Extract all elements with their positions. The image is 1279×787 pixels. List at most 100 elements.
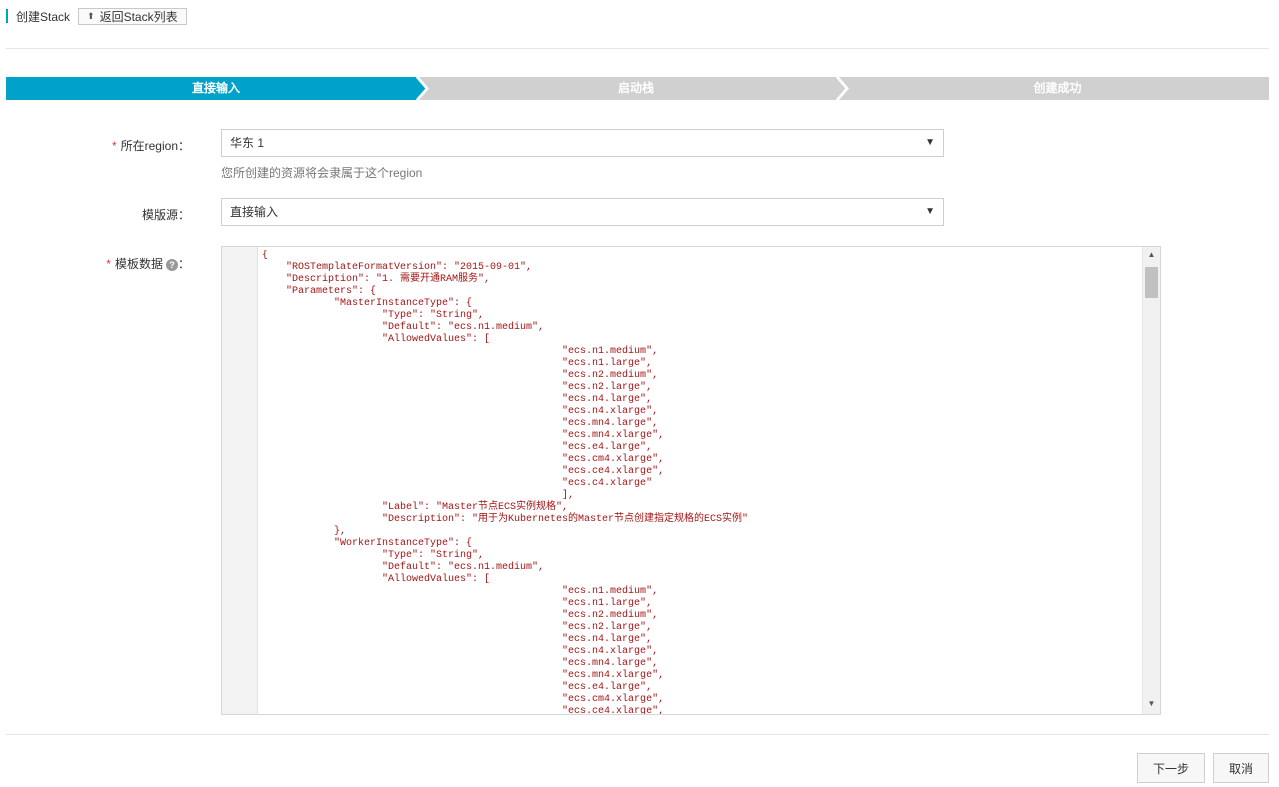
code-text: "ecs.n2.large", — [262, 382, 653, 393]
code-text: "Label": "Master节点ECS实例规格", — [262, 502, 569, 513]
code-line: 23 "Description": "用于为Kubernetes的Master节… — [258, 514, 1142, 526]
code-line: 20 "ecs.c4.xlarge" — [258, 478, 1142, 490]
template-source-value: 直接输入 — [230, 205, 279, 219]
code-text: "ecs.n2.medium", — [262, 610, 659, 621]
region-label: * 所在region： — [60, 137, 190, 154]
code-line: 37 "ecs.e4.large", — [258, 682, 1142, 694]
code-line: 9 "ecs.n1.medium", — [258, 346, 1142, 358]
footer-divider — [6, 734, 1269, 735]
code-text: "ecs.n2.medium", — [262, 370, 659, 381]
code-line: 26 "Type": "String", — [258, 550, 1142, 562]
code-line: 33 "ecs.n4.large", — [258, 634, 1142, 646]
code-text: "MasterInstanceType": { — [262, 298, 473, 309]
code-text: "ecs.e4.large", — [262, 682, 653, 693]
code-line: 7 "Default": "ecs.n1.medium", — [258, 322, 1142, 334]
code-text: { — [262, 250, 269, 261]
code-text: "Type": "String", — [262, 310, 485, 321]
code-line: 30 "ecs.n1.large", — [258, 598, 1142, 610]
code-text: "ecs.cm4.xlarge", — [262, 454, 665, 465]
step-direct-input: 直接输入 — [191, 81, 240, 95]
code-line: 5▼ "MasterInstanceType": { — [258, 298, 1142, 310]
page-title: 创建Stack — [16, 9, 71, 24]
step-create-success: 创建成功 — [1033, 81, 1082, 95]
step-launch-stack: 启动栈 — [617, 81, 654, 95]
template-code-editor[interactable]: 1▼{2 "ROSTemplateFormatVersion": "2015-0… — [221, 246, 1161, 715]
page-header: 创建Stack ⬆ 返回Stack列表 — [6, 6, 187, 26]
code-text: "ROSTemplateFormatVersion": "2015-09-01"… — [262, 262, 533, 273]
code-line: 14 "ecs.n4.xlarge", — [258, 406, 1142, 418]
code-text: "ecs.cm4.xlarge", — [262, 694, 665, 705]
code-line: 39 "ecs.ce4.xlarge", — [258, 706, 1142, 714]
code-line: 24 }, — [258, 526, 1142, 538]
code-text: "Default": "ecs.n1.medium", — [262, 562, 545, 573]
next-step-button[interactable]: 下一步 — [1137, 753, 1205, 783]
code-text: "AllowedValues": [ — [262, 574, 491, 585]
code-line: 16 "ecs.mn4.xlarge", — [258, 430, 1142, 442]
code-text: "ecs.e4.large", — [262, 442, 653, 453]
code-text: "ecs.n4.xlarge", — [262, 406, 659, 417]
code-text: "Default": "ecs.n1.medium", — [262, 322, 545, 333]
template-source-select[interactable]: 直接输入 ▼ — [221, 198, 944, 226]
back-button-label: 返回Stack列表 — [99, 9, 178, 24]
question-circle-icon[interactable]: ? — [165, 258, 178, 271]
region-select-value: 华东 1 — [230, 136, 265, 150]
code-line: 31 "ecs.n2.medium", — [258, 610, 1142, 622]
code-text: "ecs.n4.xlarge", — [262, 646, 659, 657]
code-line: 25▼ "WorkerInstanceType": { — [258, 538, 1142, 550]
cancel-button[interactable]: 取消 — [1213, 753, 1269, 783]
code-line: 3 "Description": "1. 需要开通RAM服务", — [258, 274, 1142, 286]
required-asterisk: * — [106, 257, 111, 271]
header-divider — [6, 48, 1269, 49]
code-line: 38 "ecs.cm4.xlarge", — [258, 694, 1142, 706]
region-label-text: 所在region： — [120, 139, 190, 153]
code-line: 27 "Default": "ecs.n1.medium", — [258, 562, 1142, 574]
code-line: 22 "Label": "Master节点ECS实例规格", — [258, 502, 1142, 514]
code-text: "Description": "用于为Kubernetes的Master节点创建… — [262, 514, 749, 525]
code-line: 12 "ecs.n2.large", — [258, 382, 1142, 394]
code-text: "ecs.ce4.xlarge", — [262, 706, 665, 714]
code-line: 4▼ "Parameters": { — [258, 286, 1142, 298]
code-text: "ecs.mn4.large", — [262, 658, 659, 669]
template-source-label: 模版源： — [141, 208, 190, 222]
code-text: "ecs.mn4.large", — [262, 418, 659, 429]
code-line: 17 "ecs.e4.large", — [258, 442, 1142, 454]
code-text: "ecs.n4.large", — [262, 394, 653, 405]
code-line: 18 "ecs.cm4.xlarge", — [258, 454, 1142, 466]
code-text: "ecs.mn4.xlarge", — [262, 430, 665, 441]
code-line: 10 "ecs.n1.large", — [258, 358, 1142, 370]
caret-down-icon: ▼ — [925, 206, 935, 217]
code-text: "ecs.n1.medium", — [262, 346, 659, 357]
code-line: 29 "ecs.n1.medium", — [258, 586, 1142, 598]
code-line: 15 "ecs.mn4.large", — [258, 418, 1142, 430]
code-line: 28▼ "AllowedValues": [ — [258, 574, 1142, 586]
code-line: 13 "ecs.n4.large", — [258, 394, 1142, 406]
code-text: "ecs.ce4.xlarge", — [262, 466, 665, 477]
code-text: ], — [262, 490, 575, 501]
code-line: 36 "ecs.mn4.xlarge", — [258, 670, 1142, 682]
code-text: "ecs.n1.medium", — [262, 586, 659, 597]
code-text: "ecs.c4.xlarge" — [262, 478, 653, 489]
code-text: "Description": "1. 需要开通RAM服务", — [262, 274, 491, 285]
scroll-up-arrow-icon[interactable]: ▲ — [1143, 247, 1160, 263]
scrollbar-thumb[interactable] — [1145, 267, 1158, 298]
up-arrow-icon: ⬆ — [87, 10, 95, 21]
region-select[interactable]: 华东 1 ▼ — [221, 129, 944, 157]
code-line: 32 "ecs.n2.large", — [258, 622, 1142, 634]
code-line: 19 "ecs.ce4.xlarge", — [258, 466, 1142, 478]
region-help-text: 您所创建的资源将会隶属于这个region — [221, 166, 423, 180]
editor-code-area[interactable]: 1▼{2 "ROSTemplateFormatVersion": "2015-0… — [258, 250, 1142, 714]
code-line: 1▼{ — [258, 250, 1142, 262]
code-text: "Parameters": { — [262, 286, 377, 297]
code-line: 21 ], — [258, 490, 1142, 502]
code-text: "ecs.n1.large", — [262, 358, 653, 369]
code-line: 2 "ROSTemplateFormatVersion": "2015-09-0… — [258, 262, 1142, 274]
code-text: }, — [262, 526, 347, 537]
scroll-down-arrow-icon[interactable]: ▼ — [1143, 696, 1160, 712]
title-accent-bar — [6, 9, 8, 23]
code-text: "WorkerInstanceType": { — [262, 538, 473, 549]
back-to-stack-list-button[interactable]: ⬆ 返回Stack列表 — [78, 7, 187, 25]
editor-scrollbar[interactable]: ▲ ▼ — [1142, 247, 1160, 714]
editor-gutter — [222, 247, 258, 714]
code-text: "ecs.n1.large", — [262, 598, 653, 609]
wizard-steps: 直接输入 启动栈 创建成功 — [6, 77, 1269, 100]
